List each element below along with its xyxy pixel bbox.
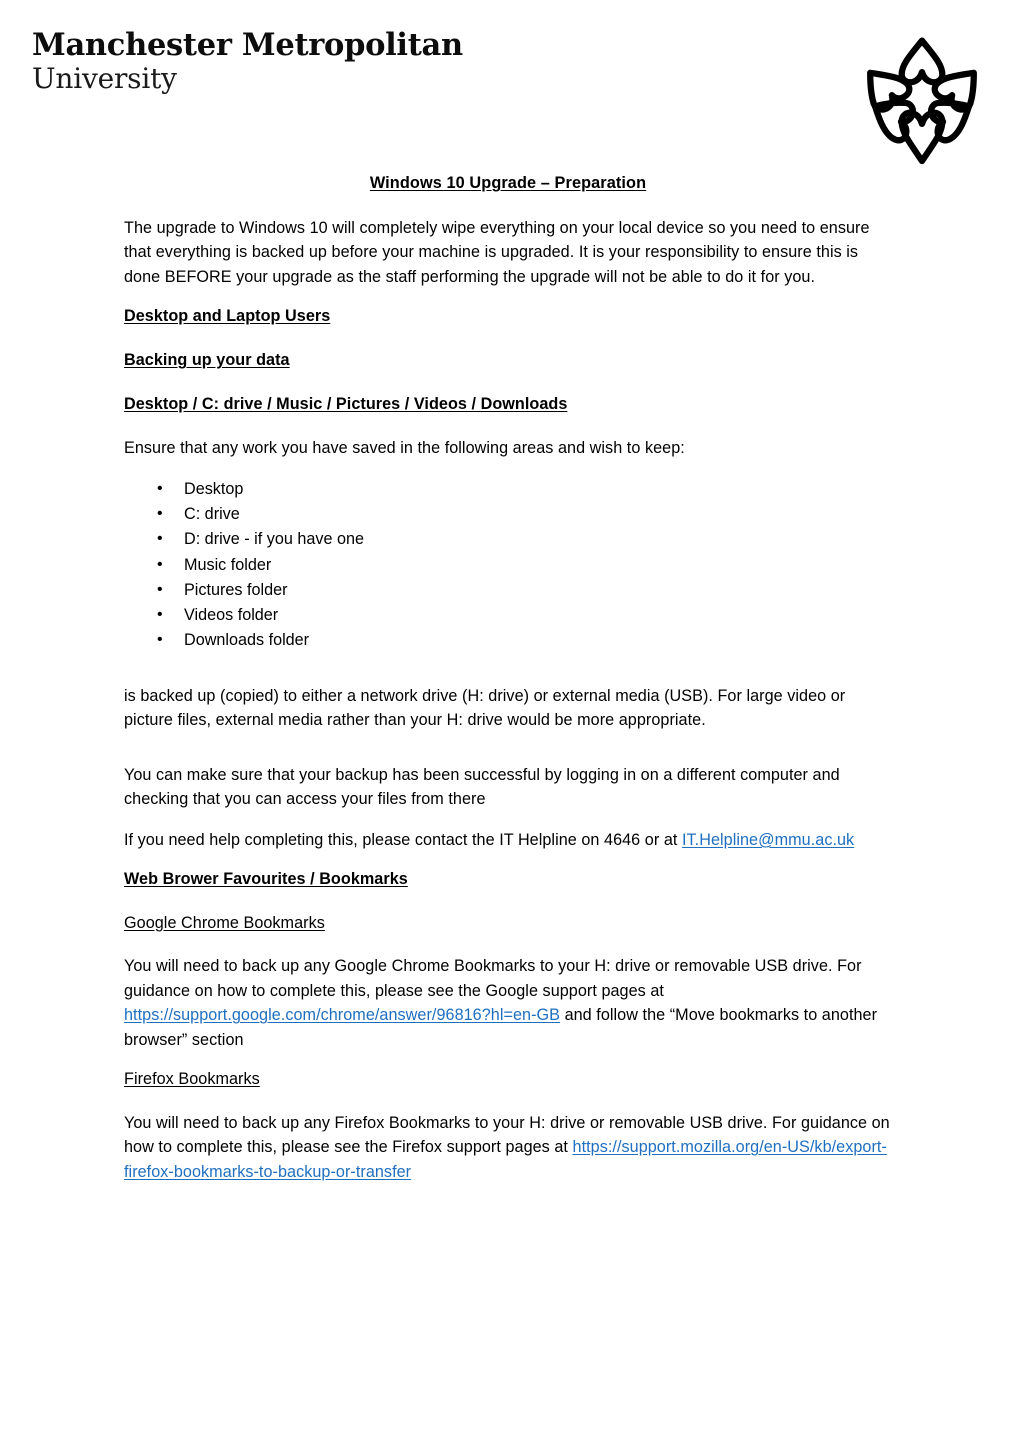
chrome-text-before: You will need to back up any Google Chro… bbox=[124, 957, 862, 1000]
helpline-paragraph: If you need help completing this, please… bbox=[124, 828, 892, 852]
list-item: • Desktop bbox=[124, 477, 892, 502]
google-support-link[interactable]: https://support.google.com/chrome/answer… bbox=[124, 1006, 560, 1024]
it-helpline-email-link[interactable]: IT.Helpline@mmu.ac.uk bbox=[682, 831, 854, 849]
heading-desktop-and-laptop-users: Desktop and Laptop Users bbox=[124, 307, 331, 326]
list-item: • C: drive bbox=[124, 502, 892, 527]
list-item: • Music folder bbox=[124, 553, 892, 578]
university-wordmark: Manchester Metropolitan University bbox=[32, 30, 463, 93]
bullet-icon: • bbox=[157, 606, 163, 624]
bullet-icon: • bbox=[157, 505, 163, 523]
mmu-flower-logo-icon bbox=[852, 28, 992, 168]
heading-firefox-bookmarks: Firefox Bookmarks bbox=[124, 1070, 260, 1089]
list-item: • D: drive - if you have one bbox=[124, 527, 892, 552]
bullet-icon: • bbox=[157, 631, 163, 649]
firefox-instructions-paragraph: You will need to back up any Firefox Boo… bbox=[124, 1111, 892, 1184]
wordmark-line-primary: Manchester Metropolitan bbox=[32, 27, 463, 63]
list-item-label: D: drive - if you have one bbox=[184, 530, 364, 549]
list-item-label: Music folder bbox=[184, 555, 272, 574]
list-item-label: Videos folder bbox=[184, 606, 279, 625]
backed-up-paragraph: is backed up (copied) to either a networ… bbox=[124, 686, 846, 730]
document-body: Windows 10 Upgrade – Preparation The upg… bbox=[124, 172, 892, 1200]
heading-google-chrome-bookmarks: Google Chrome Bookmarks bbox=[124, 913, 325, 932]
helpline-text: If you need help completing this, please… bbox=[124, 830, 682, 849]
bullet-icon: • bbox=[157, 530, 163, 548]
backup-locations-list: • Desktop • C: drive • D: drive - if you… bbox=[124, 477, 892, 654]
list-item: • Pictures folder bbox=[124, 578, 892, 603]
ensure-paragraph: Ensure that any work you have saved in t… bbox=[124, 439, 685, 458]
page-header: Manchester Metropolitan University bbox=[0, 0, 1020, 165]
bullet-icon: • bbox=[157, 479, 163, 497]
document-page: Manchester Metropolitan University Windo… bbox=[0, 0, 1020, 1442]
list-item-label: Desktop bbox=[184, 479, 244, 498]
chrome-instructions-paragraph: You will need to back up any Google Chro… bbox=[124, 954, 892, 1052]
heading-backup-locations: Desktop / C: drive / Music / Pictures / … bbox=[124, 394, 568, 413]
bullet-icon: • bbox=[157, 555, 163, 573]
list-item: • Downloads folder bbox=[124, 628, 892, 653]
heading-web-browser-favourites: Web Brower Favourites / Bookmarks bbox=[124, 869, 408, 888]
intro-paragraph: The upgrade to Windows 10 will completel… bbox=[124, 219, 870, 286]
wordmark-line-secondary: University bbox=[32, 61, 177, 95]
list-item-label: C: drive bbox=[184, 505, 240, 524]
page-title: Windows 10 Upgrade – Preparation bbox=[369, 174, 647, 192]
list-item: • Videos folder bbox=[124, 603, 892, 628]
list-item-label: Downloads folder bbox=[184, 631, 310, 650]
heading-backing-up-your-data: Backing up your data bbox=[124, 351, 290, 370]
list-item-label: Pictures folder bbox=[184, 580, 288, 599]
bullet-icon: • bbox=[157, 580, 163, 598]
verify-backup-paragraph: You can make sure that your backup has b… bbox=[124, 765, 840, 809]
